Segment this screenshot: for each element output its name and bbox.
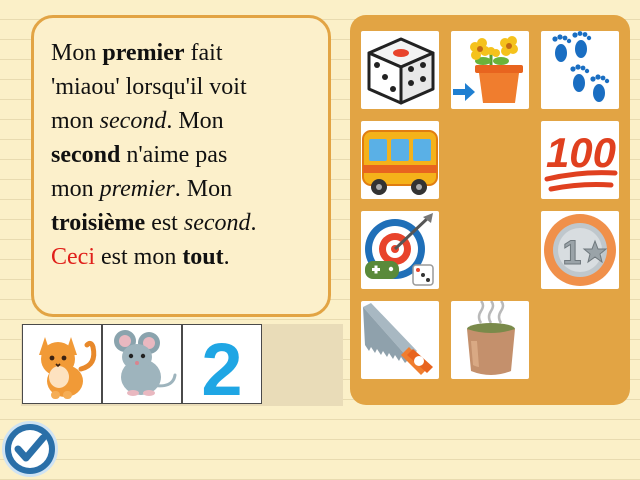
tile-tea-cup[interactable] — [451, 301, 529, 379]
footprints-icon — [552, 31, 610, 102]
saw-icon — [363, 303, 433, 375]
tile-dice[interactable] — [361, 31, 439, 109]
picture-grid: 100 1 — [350, 15, 630, 405]
number-two-icon: 2 — [201, 328, 242, 403]
video-game-target-icon — [365, 213, 434, 286]
answer-slot-3[interactable]: 2 — [182, 324, 262, 404]
riddle-line: Mon premier fait — [51, 40, 223, 66]
mouse-icon — [114, 330, 177, 396]
tea-cup-icon — [467, 301, 515, 375]
tile-bus[interactable] — [361, 121, 439, 199]
hundred-points-icon: 100 — [544, 129, 618, 192]
bus-icon — [362, 130, 438, 195]
checkmark-icon — [11, 430, 49, 468]
answer-slot-1[interactable] — [22, 324, 102, 404]
tile-footprints[interactable] — [541, 31, 619, 109]
riddle-line: second n'aime pas — [51, 142, 228, 168]
tile-first-place-medal[interactable]: 1 — [541, 211, 619, 289]
validate-button[interactable] — [2, 421, 58, 477]
first-place-medal-icon: 1 — [544, 214, 616, 286]
hundred-points-text: 100 — [546, 129, 616, 176]
riddle-line: mon second. Mon — [51, 108, 224, 134]
answer-slot-2[interactable] — [102, 324, 182, 404]
answer-row: 2 — [21, 324, 343, 406]
tile-flower-pot[interactable] — [451, 31, 529, 109]
riddle-line: troisième est second. — [51, 210, 257, 236]
riddle-text: Mon premier fait 'miaou' lorsqu'il voit … — [31, 15, 331, 317]
flower-pot-icon — [453, 36, 523, 103]
dice-icon — [367, 37, 435, 105]
riddle-line: 'miaou' lorsqu'il voit — [51, 74, 247, 100]
riddle-line: mon premier. Mon — [51, 176, 233, 202]
number-two-text: 2 — [201, 328, 242, 403]
tile-hundred-points[interactable]: 100 — [541, 121, 619, 199]
cat-icon — [39, 337, 97, 399]
tile-saw[interactable] — [361, 301, 439, 379]
tile-video-game-target[interactable] — [361, 211, 439, 289]
medal-number-text: 1 — [563, 234, 582, 272]
riddle-line: Ceci est mon tout. — [51, 244, 230, 270]
